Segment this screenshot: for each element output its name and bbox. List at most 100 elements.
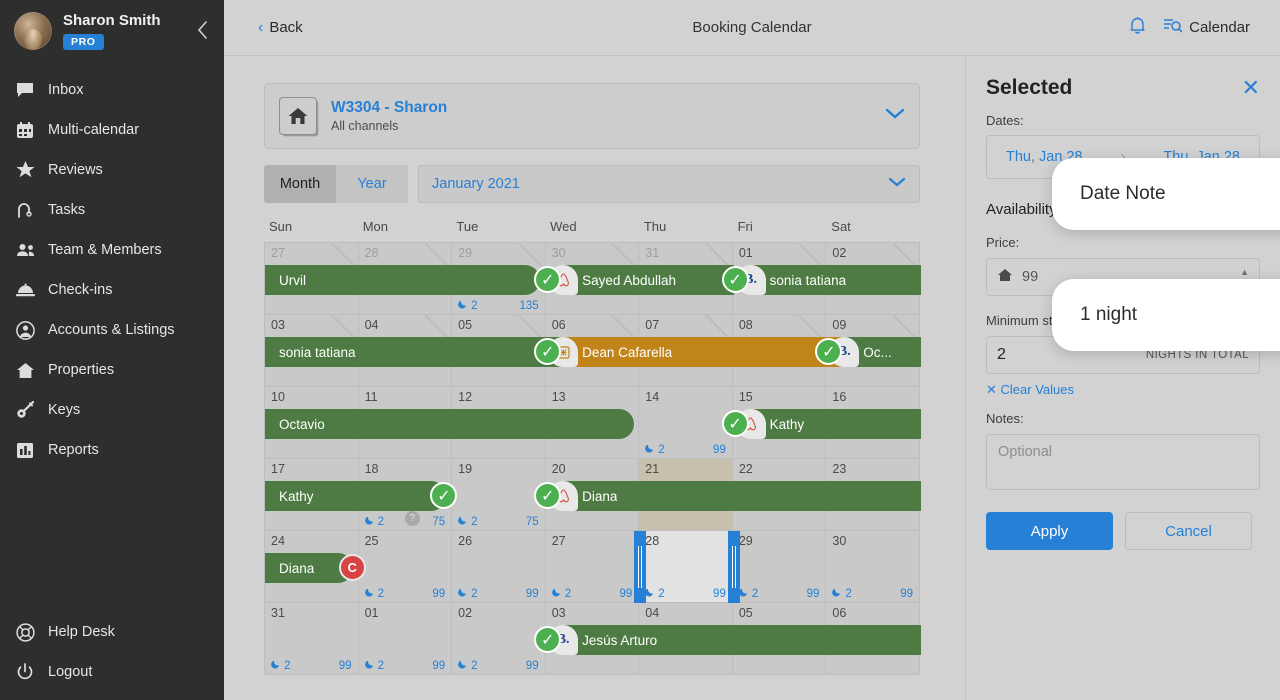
booking-bars: Urvil Sayed Abdullah ✓ sonia tatiana B. ✓: [265, 265, 921, 295]
tab-year[interactable]: Year: [336, 165, 408, 203]
channel-airbnb-icon[interactable]: [548, 481, 579, 511]
calendar-day-cell[interactable]: 14 2 99: [639, 387, 733, 459]
sidebar-item-inbox[interactable]: Inbox: [0, 70, 224, 110]
min-nights-indicator: 2: [364, 587, 384, 600]
notes-input[interactable]: Optional: [986, 434, 1260, 490]
calendar-day-cell[interactable]: 27 2 99: [545, 531, 640, 603]
channel-airbnb-icon[interactable]: [735, 409, 766, 439]
calendar-day-cell[interactable]: 01 2 99: [358, 603, 453, 675]
calendar-day-cell[interactable]: 29 2 99: [732, 531, 827, 603]
booking-bar[interactable]: Kathy: [265, 481, 447, 511]
channel-booking-icon[interactable]: B.: [829, 337, 860, 367]
booking-guest-name: Diana: [279, 560, 315, 576]
booking-bar[interactable]: Diana: [265, 553, 353, 583]
selection-handle-start[interactable]: [633, 531, 646, 603]
day-number: 01: [364, 606, 379, 620]
min-stay-value: 2: [997, 346, 1006, 363]
nights-value: 2: [377, 659, 384, 672]
channel-booking-icon[interactable]: B.: [548, 625, 579, 655]
close-icon: ✕: [986, 382, 997, 397]
chevron-left-icon[interactable]: [193, 19, 211, 41]
day-number: 10: [271, 390, 285, 404]
nights-value: 2: [471, 299, 478, 312]
sidebar-item-label: Reports: [48, 442, 99, 458]
selection-handle-end[interactable]: [727, 531, 740, 603]
calendar-day-cell[interactable]: 26 2 99: [452, 531, 546, 603]
month-selector[interactable]: January 2021: [418, 165, 920, 203]
sidebar-item-help-desk[interactable]: Help Desk: [0, 612, 224, 652]
top-bar: ‹ Back Booking Calendar Calendar: [224, 0, 1280, 56]
sidebar-item-accounts-listings[interactable]: Accounts & Listings: [0, 310, 224, 350]
day-number: 11: [364, 390, 378, 404]
sidebar-bottom-nav: Help Desk Logout: [0, 612, 224, 700]
booking-guest-name: Urvil: [279, 272, 306, 288]
booking-bar[interactable]: Urvil: [265, 265, 541, 295]
nights-value: 2: [377, 587, 384, 600]
user-profile[interactable]: Sharon Smith PRO: [0, 0, 224, 64]
booking-bars: Kathy ✓? Diana ✓: [265, 481, 921, 526]
day-footer: 2 99: [733, 587, 826, 600]
day-number: 05: [458, 318, 473, 332]
sidebar-item-team-members[interactable]: Team & Members: [0, 230, 224, 270]
property-selector[interactable]: W3304 - Sharon All channels: [264, 83, 920, 149]
bell-icon[interactable]: [1129, 16, 1146, 40]
chevron-down-icon[interactable]: [885, 107, 905, 125]
min-nights-indicator: 2: [458, 587, 478, 600]
day-price: 99: [432, 659, 446, 672]
clear-values-link[interactable]: ✕ Clear Values: [986, 382, 1260, 398]
page-title: Booking Calendar: [692, 19, 812, 36]
day-footer: 2 99: [546, 587, 639, 600]
day-number: 17: [271, 462, 285, 476]
moon-icon: [832, 587, 842, 600]
calendar-day-cell[interactable]: 30 2 99: [826, 531, 920, 603]
booking-bar[interactable]: Octavio: [265, 409, 634, 439]
home-icon: [279, 97, 317, 135]
day-footer: 2 99: [359, 659, 452, 672]
day-number: 12: [458, 390, 473, 404]
date-note-popup[interactable]: Date Note Add ›: [1052, 158, 1280, 230]
channel-airbnb-icon[interactable]: [548, 265, 579, 295]
booking-bar[interactable]: Jesús Arturo: [550, 625, 921, 655]
cancel-button[interactable]: Cancel: [1125, 512, 1252, 550]
sidebar-item-properties[interactable]: Properties: [0, 350, 224, 390]
day-number: 03: [271, 318, 285, 332]
moon-icon: [458, 587, 468, 600]
day-number: 23: [832, 462, 847, 476]
book-popup[interactable]: 1 night Book ›: [1052, 279, 1280, 351]
day-number: 22: [738, 462, 753, 476]
day-number: 31: [645, 246, 660, 260]
tab-month[interactable]: Month: [264, 165, 336, 203]
sidebar-item-multi-calendar[interactable]: Multi-calendar: [0, 110, 224, 150]
sidebar-item-reports[interactable]: Reports: [0, 430, 224, 470]
calendar-day-cell[interactable]: 28 2 99: [639, 531, 733, 603]
apply-button[interactable]: Apply: [986, 512, 1113, 550]
day-price: 99: [432, 587, 446, 600]
chevron-down-icon: [888, 176, 906, 192]
pro-badge: PRO: [63, 34, 104, 50]
sidebar-item-keys[interactable]: Keys: [0, 390, 224, 430]
booking-bar[interactable]: Diana: [550, 481, 921, 511]
channel-homeaway-icon[interactable]: [548, 337, 579, 367]
day-number: 02: [458, 606, 473, 620]
weekday-label: Wed: [550, 219, 577, 234]
calendar-day-cell[interactable]: 19 2 75: [452, 459, 546, 531]
day-price: 99: [525, 659, 539, 672]
calendar-day-cell[interactable]: 25 2 99: [358, 531, 453, 603]
day-number: 15: [738, 390, 753, 404]
sidebar-item-reviews[interactable]: Reviews: [0, 150, 224, 190]
sidebar-item-logout[interactable]: Logout: [0, 652, 224, 692]
day-number: 30: [551, 246, 566, 260]
calendar-day-cell[interactable]: 31 2 99: [265, 603, 359, 675]
star-icon: [16, 161, 48, 179]
sidebar-item-check-ins[interactable]: Check-ins: [0, 270, 224, 310]
back-button[interactable]: ‹ Back: [258, 19, 303, 37]
calendar-switch-button[interactable]: Calendar: [1164, 18, 1250, 37]
close-icon[interactable]: ✕: [1242, 77, 1260, 99]
sidebar-item-tasks[interactable]: Tasks: [0, 190, 224, 230]
calendar-day-cell[interactable]: 02 2 99: [452, 603, 546, 675]
day-number: 27: [271, 246, 285, 260]
bar-chart-icon: [16, 442, 48, 459]
min-nights-indicator: 2: [458, 659, 478, 672]
weekday-label: Thu: [643, 219, 667, 234]
channel-booking-icon[interactable]: B.: [735, 265, 766, 295]
